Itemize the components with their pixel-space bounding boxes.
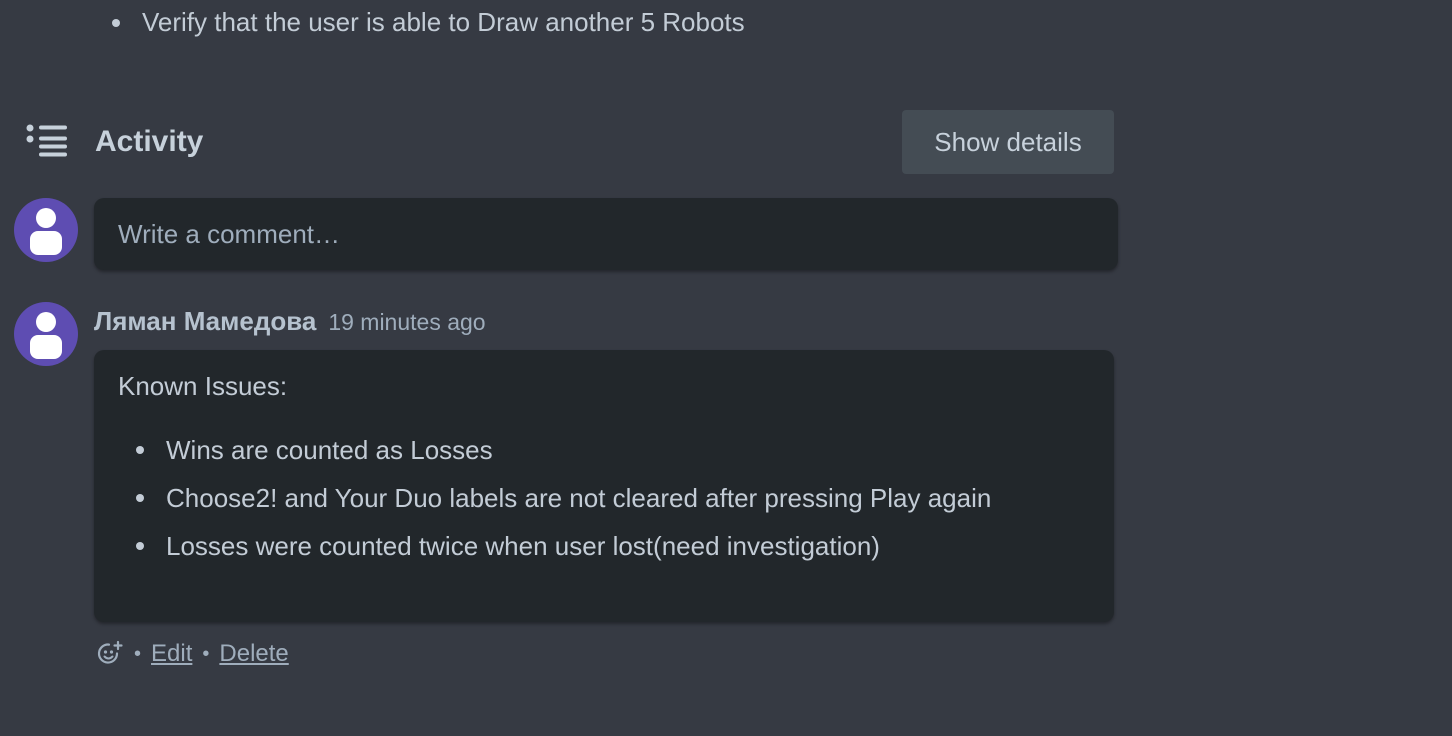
description-list-item: Verify that the user is able to Draw ano… <box>112 4 745 40</box>
activity-list-icon <box>26 124 67 157</box>
user-icon <box>30 312 62 359</box>
show-details-button[interactable]: Show details <box>902 110 1114 174</box>
user-icon <box>30 208 62 255</box>
action-separator: • <box>202 642 210 665</box>
comment-timestamp[interactable]: 19 minutes ago <box>328 309 485 335</box>
comment-issue-list: Wins are counted as Losses Choose2! and … <box>118 426 1090 570</box>
list-item: Choose2! and Your Duo labels are not cle… <box>118 474 1090 522</box>
description-list: Verify that the user is able to Draw ano… <box>112 4 745 40</box>
list-item: Losses were counted twice when user lost… <box>118 522 1090 570</box>
activity-heading: Activity <box>95 125 204 158</box>
comment-author[interactable]: Ляман Мамедова <box>94 306 316 336</box>
avatar[interactable] <box>14 198 78 262</box>
edit-comment-link[interactable]: Edit <box>151 640 192 668</box>
comment-actions: • Edit • Delete <box>96 638 289 670</box>
add-reaction-icon[interactable] <box>96 640 124 668</box>
comment-header: Ляман Мамедова 19 minutes ago <box>94 306 486 337</box>
list-item: Wins are counted as Losses <box>118 426 1090 474</box>
comment-input[interactable]: Write a comment… <box>94 198 1118 270</box>
comment-card: Known Issues: Wins are counted as Losses… <box>94 350 1114 622</box>
action-separator: • <box>134 642 142 665</box>
comment-intro: Known Issues: <box>118 371 288 401</box>
comment-author-avatar[interactable] <box>14 302 78 366</box>
delete-comment-link[interactable]: Delete <box>219 640 288 668</box>
